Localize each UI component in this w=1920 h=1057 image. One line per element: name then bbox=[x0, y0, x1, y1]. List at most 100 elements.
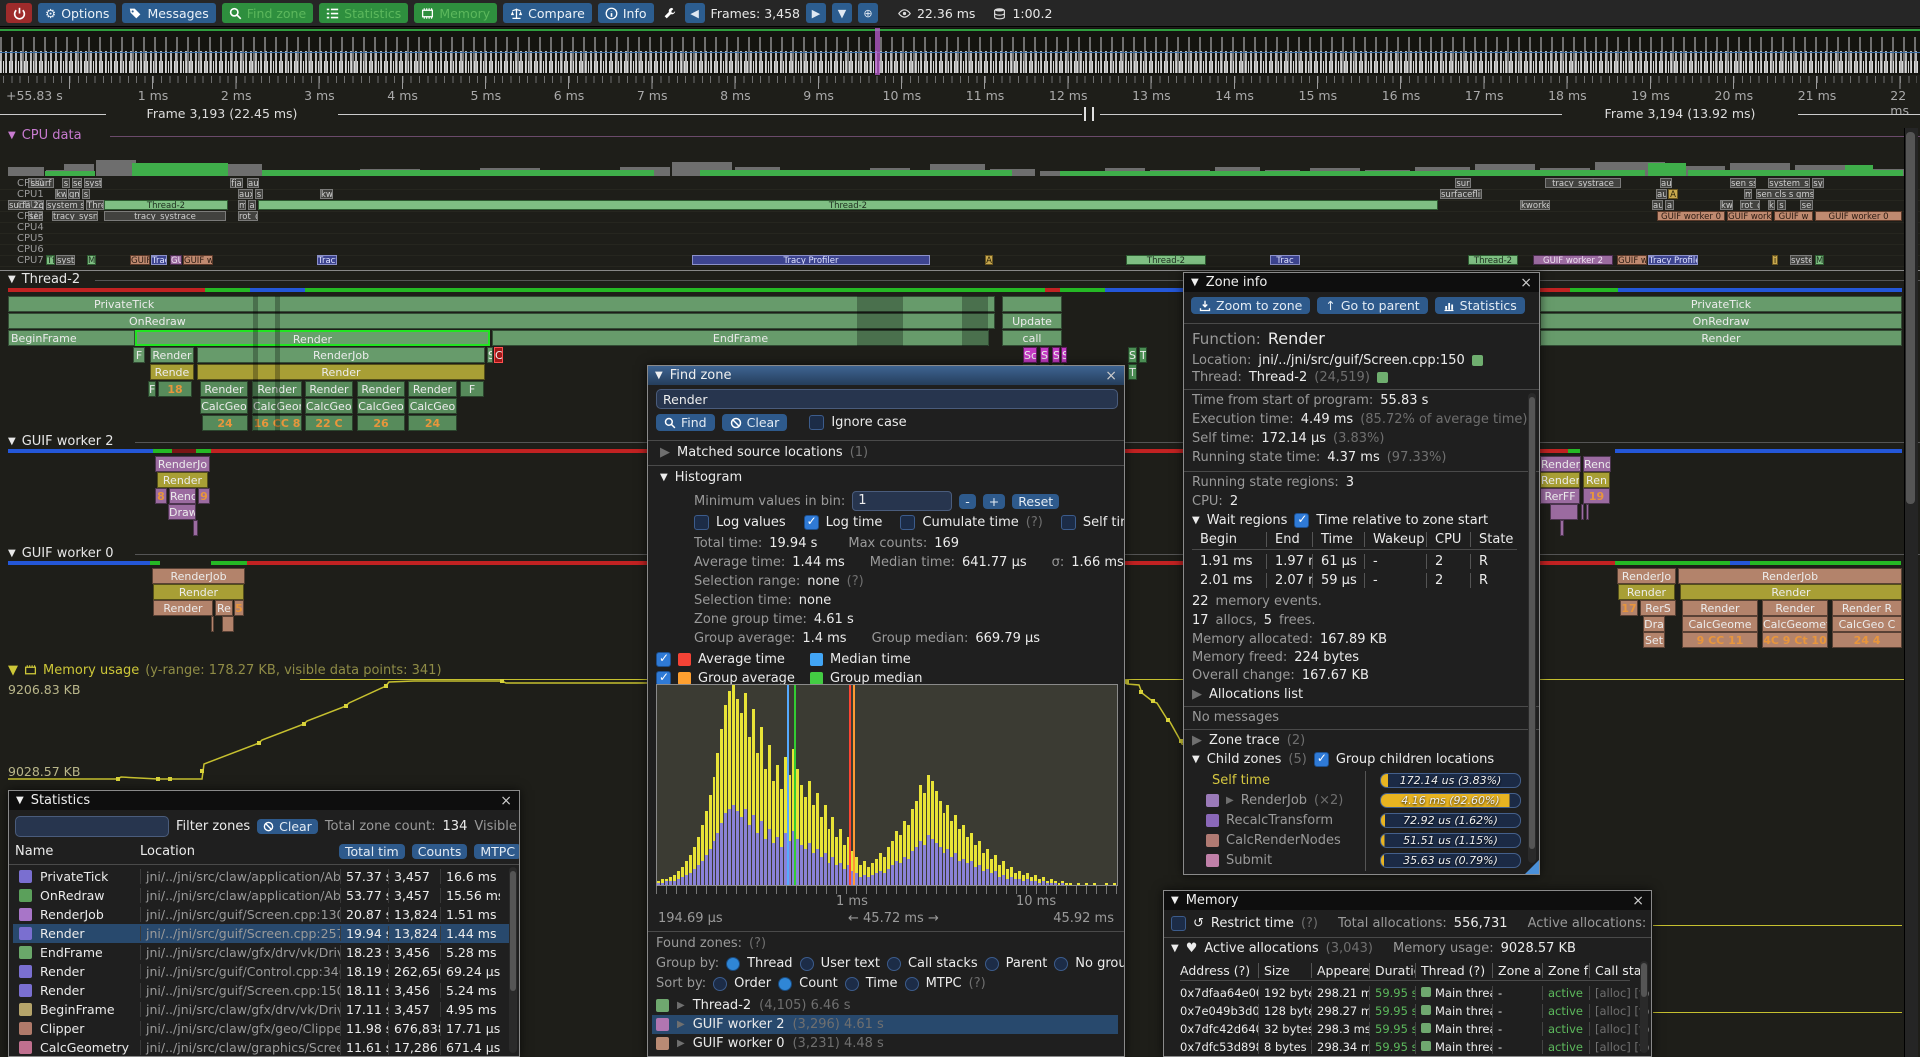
cpu-zone-block[interactable]: GUIF bbox=[130, 255, 150, 265]
cpu-zone-block[interactable]: sen cls s gms bbox=[1756, 189, 1814, 199]
find-button[interactable]: Find bbox=[656, 414, 715, 431]
cpu-zone-block[interactable]: Trac bbox=[1270, 255, 1300, 265]
cpu-zone-block[interactable]: s bbox=[255, 189, 263, 199]
collapse-icon[interactable]: ▼ bbox=[655, 370, 663, 381]
cpu-zone-block[interactable]: i bbox=[1772, 255, 1778, 265]
cpu-zone-block[interactable]: surfacefling bbox=[1440, 189, 1482, 199]
zone-block[interactable]: RerFF bbox=[1540, 488, 1580, 504]
memory-usage-header[interactable]: ▼ Memory usage (y-range: 178.27 KB, visi… bbox=[8, 663, 450, 678]
zone-block[interactable]: Rend bbox=[1583, 456, 1611, 472]
table-row[interactable]: RenderJobjni/../jni/src/guif/Screen.cpp:… bbox=[13, 905, 513, 924]
collapse-icon[interactable]: ▼ bbox=[1191, 277, 1199, 288]
cpu-zone-block[interactable]: Tracy Profiler bbox=[1648, 255, 1698, 265]
cpu-zone-block[interactable]: au bbox=[247, 178, 259, 188]
statistics-button[interactable]: Statistics bbox=[319, 3, 408, 23]
cpu-zone-block[interactable]: au bbox=[1652, 200, 1663, 210]
table-row[interactable]: Clipperjni/../jni/src/claw/gfx/geo/Clipp… bbox=[13, 1019, 513, 1038]
cpu-zone-block[interactable]: GUI bbox=[170, 255, 182, 265]
restrict-time-checkbox[interactable] bbox=[1171, 916, 1186, 931]
zone-block[interactable]: F bbox=[460, 381, 484, 397]
zone-block[interactable]: RenderJob bbox=[152, 568, 245, 584]
zone-block[interactable]: S bbox=[1128, 347, 1137, 363]
expand-icon[interactable]: ▶ bbox=[1192, 687, 1202, 702]
zone-block[interactable]: call bbox=[1002, 330, 1062, 346]
zone-block[interactable]: 24 bbox=[408, 415, 457, 431]
zone-block[interactable]: Render bbox=[153, 600, 213, 616]
collapse-icon[interactable]: ▼ bbox=[8, 663, 18, 678]
cpu-zone-block[interactable]: s bbox=[1777, 200, 1786, 210]
expand-icon[interactable]: ▶ bbox=[677, 1019, 685, 1030]
collapse-icon[interactable]: ▼ bbox=[8, 274, 16, 285]
cpu-zone-block[interactable]: Thread-2 bbox=[1126, 255, 1206, 265]
memory-allocation-row[interactable]: 0x7dfc42d64032 bytes298.3 ms59.95 sMain … bbox=[1180, 1020, 1642, 1038]
find-zone-button[interactable]: Find zone bbox=[222, 3, 313, 23]
zone-block[interactable] bbox=[1550, 504, 1578, 520]
expand-icon[interactable]: ▶ bbox=[660, 445, 670, 460]
radio-thread[interactable] bbox=[726, 957, 740, 971]
zone-block[interactable]: Render bbox=[150, 347, 194, 363]
zone-block[interactable]: Render bbox=[1680, 584, 1902, 600]
zone-block[interactable]: S bbox=[1052, 347, 1060, 363]
zone-block[interactable]: Draw bbox=[168, 504, 196, 520]
zone-block[interactable]: 5 bbox=[234, 600, 244, 616]
zone-info-titlebar[interactable]: ▼Zone info× bbox=[1184, 273, 1539, 292]
zone-block[interactable]: 9 bbox=[198, 488, 210, 504]
cpu-zone-block[interactable]: a bbox=[248, 200, 256, 210]
zone-block[interactable]: 22 C bbox=[305, 415, 353, 431]
radio-mtpc[interactable] bbox=[905, 977, 919, 991]
clear-button[interactable]: Clear bbox=[722, 414, 788, 431]
legend-checkbox[interactable] bbox=[656, 652, 671, 667]
zone-block[interactable]: Render bbox=[1762, 600, 1828, 616]
stat-location[interactable]: jni/../jni/src/claw/application/Abstract… bbox=[140, 888, 340, 903]
zone-block[interactable]: Render bbox=[157, 472, 208, 488]
cpu-zone-block[interactable]: Thre bbox=[86, 200, 104, 210]
cpu-zone-block[interactable]: tracy_systrace bbox=[104, 211, 226, 221]
zone-block[interactable]: CalcGeo bbox=[408, 398, 457, 414]
found-group-row[interactable]: ▶GUIF worker 0(3,231) 4.48 s bbox=[652, 1034, 1118, 1053]
stat-location[interactable]: jni/../jni/src/guif/Control.cpp:346 bbox=[140, 964, 340, 979]
stat-location[interactable]: jni/../jni/src/claw/gfx/drv/vk/DriverVk.… bbox=[140, 945, 340, 960]
zone-block[interactable]: Render bbox=[357, 381, 405, 397]
cpu-zone-block[interactable]: syst bbox=[56, 255, 75, 265]
zone-block[interactable]: PrivateTick bbox=[1540, 296, 1902, 312]
cpu-zone-block[interactable]: rot_d bbox=[238, 211, 258, 221]
zone-block[interactable] bbox=[1002, 296, 1062, 312]
zone-block[interactable]: OnRedraw bbox=[8, 313, 995, 329]
option-checkbox[interactable] bbox=[804, 515, 819, 530]
zone-block[interactable]: T bbox=[1128, 364, 1137, 380]
find-zone-histogram[interactable] bbox=[656, 684, 1118, 886]
option-checkbox[interactable] bbox=[1061, 515, 1076, 530]
memory-titlebar[interactable]: ▼Memory× bbox=[1164, 891, 1651, 910]
radio-order[interactable] bbox=[713, 977, 727, 991]
radio-call-stacks[interactable] bbox=[887, 957, 901, 971]
time-ruler[interactable]: +55.83 s 1 ms2 ms3 ms4 ms5 ms6 ms7 ms8 m… bbox=[0, 76, 1920, 106]
cpu-zone-block[interactable]: M bbox=[87, 255, 96, 265]
frame-dropdown-button[interactable]: ▼ bbox=[832, 3, 852, 23]
cpu-zone-block[interactable]: Tracy bbox=[151, 255, 167, 265]
memory-allocation-row[interactable]: 0x7dfaa64e00192 bytes298.21 ms59.95 sMai… bbox=[1180, 984, 1642, 1002]
cpu-zone-block[interactable]: A bbox=[1668, 189, 1678, 199]
stat-location[interactable]: jni/../jni/src/claw/graphics/ScreenText.… bbox=[140, 1040, 340, 1055]
cpu-zone-block[interactable]: gm bbox=[68, 189, 80, 199]
zone-block[interactable]: BeginFrame bbox=[8, 330, 135, 346]
time-relative-checkbox[interactable] bbox=[1294, 513, 1309, 528]
min-bin-increment-button[interactable]: + bbox=[983, 494, 1005, 509]
cpu-zone-block[interactable]: k bbox=[1768, 200, 1775, 210]
zone-block[interactable]: Render bbox=[1618, 584, 1675, 600]
zone-block[interactable]: Re bbox=[215, 600, 233, 616]
zone-block[interactable]: F bbox=[148, 381, 156, 397]
zone-block[interactable]: Render bbox=[1540, 330, 1902, 346]
cpu-zone-block[interactable]: kw bbox=[1720, 200, 1733, 210]
cpu-zone-block[interactable]: A bbox=[985, 255, 993, 265]
resize-handle[interactable] bbox=[1525, 860, 1539, 874]
memory-button[interactable]: Memory bbox=[414, 3, 497, 23]
radio-time[interactable] bbox=[845, 977, 859, 991]
zone-block[interactable]: Render bbox=[200, 381, 248, 397]
zone-block[interactable] bbox=[1581, 504, 1584, 520]
cpu-zone-block[interactable]: ser bbox=[28, 211, 43, 221]
zone-block[interactable]: CalcGeo bbox=[357, 398, 405, 414]
cpu-zone-block[interactable]: Tracy Profiler bbox=[692, 255, 930, 265]
messages-button[interactable]: Messages bbox=[122, 3, 215, 23]
next-frame-button[interactable]: ▶ bbox=[806, 3, 826, 23]
zone-statistics-button[interactable]: Statistics bbox=[1435, 297, 1525, 314]
